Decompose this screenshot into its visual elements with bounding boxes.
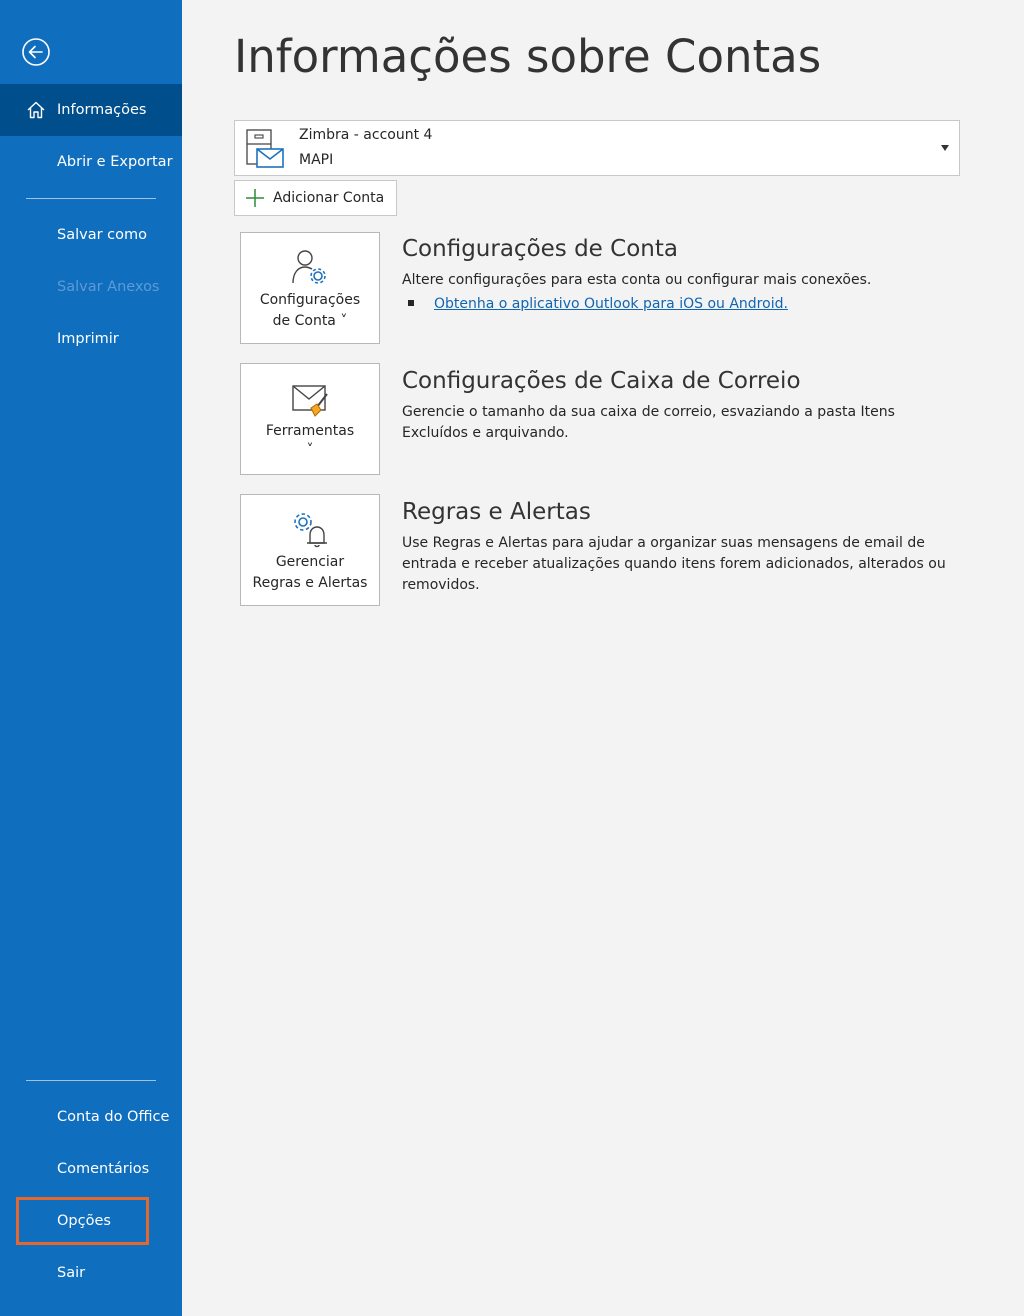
rules-alerts-tile[interactable]: Gerenciar Regras e Alertas (240, 494, 380, 606)
backstage-sidebar: Informações Abrir e Exportar Salvar como… (0, 0, 182, 1316)
outlook-mobile-link[interactable]: Obtenha o aplicativo Outlook para iOS ou… (434, 296, 788, 312)
sidebar-item-sair[interactable]: Sair (0, 1247, 182, 1299)
sidebar-item-label: Opções (57, 1213, 111, 1229)
sidebar-item-imprimir[interactable]: Imprimir (0, 313, 182, 365)
account-selector-dropdown[interactable]: Zimbra - account 4 MAPI (234, 120, 960, 176)
add-account-label: Adicionar Conta (273, 190, 385, 206)
add-account-button[interactable]: Adicionar Conta (234, 180, 397, 216)
mailbox-cleanup-icon (289, 380, 331, 424)
sidebar-item-label: Salvar Anexos (57, 279, 160, 295)
sidebar-item-label: Comentários (57, 1161, 150, 1177)
user-settings-icon (290, 247, 330, 291)
chevron-down-icon (941, 145, 949, 151)
section-description: Gerencie o tamanho da sua caixa de corre… (402, 404, 895, 441)
account-mailbox-icon (245, 128, 289, 174)
sidebar-item-comentarios[interactable]: Comentários (0, 1143, 182, 1195)
tile-label: de Conta ˅ (272, 313, 348, 329)
bullet-icon (408, 300, 414, 306)
sidebar-item-salvar-anexos: Salvar Anexos (0, 261, 182, 313)
sidebar-item-conta-office[interactable]: Conta do Office (0, 1091, 182, 1143)
sidebar-item-label: Salvar como (57, 227, 147, 243)
sidebar-item-salvar-como[interactable]: Salvar como (0, 209, 182, 261)
tile-label: ˅ (306, 442, 314, 458)
sidebar-divider (26, 1080, 156, 1081)
plus-icon (245, 188, 265, 208)
back-arrow-icon[interactable] (20, 36, 52, 68)
tile-label: Gerenciar (275, 554, 345, 570)
account-type: MAPI (299, 152, 334, 168)
section-title: Configurações de Caixa de Correio (402, 368, 801, 394)
account-name: Zimbra - account 4 (299, 127, 433, 143)
sidebar-item-abrir-exportar[interactable]: Abrir e Exportar (0, 136, 182, 188)
page-title: Informações sobre Contas (234, 30, 822, 83)
section-description: Use Regras e Alertas para ajudar a organ… (402, 535, 946, 593)
tile-label: Configurações (259, 292, 361, 308)
tile-label: Ferramentas (265, 423, 355, 439)
sidebar-item-informacoes[interactable]: Informações (0, 84, 182, 136)
sidebar-item-label: Conta do Office (57, 1109, 170, 1125)
home-icon (26, 101, 46, 123)
sidebar-item-label: Abrir e Exportar (57, 154, 173, 170)
sidebar-divider (26, 198, 156, 199)
rules-bell-icon (290, 509, 330, 553)
tools-tile[interactable]: Ferramentas ˅ (240, 363, 380, 475)
sidebar-item-opcoes[interactable]: Opções (0, 1195, 182, 1247)
section-title: Configurações de Conta (402, 236, 678, 262)
tile-label: Regras e Alertas (252, 575, 368, 591)
sidebar-item-label: Sair (57, 1265, 86, 1281)
account-settings-tile[interactable]: Configurações de Conta ˅ (240, 232, 380, 344)
sidebar-item-label: Imprimir (57, 331, 119, 347)
section-title: Regras e Alertas (402, 499, 591, 525)
section-description: Altere configurações para esta conta ou … (402, 272, 872, 288)
sidebar-item-label: Informações (57, 102, 147, 118)
